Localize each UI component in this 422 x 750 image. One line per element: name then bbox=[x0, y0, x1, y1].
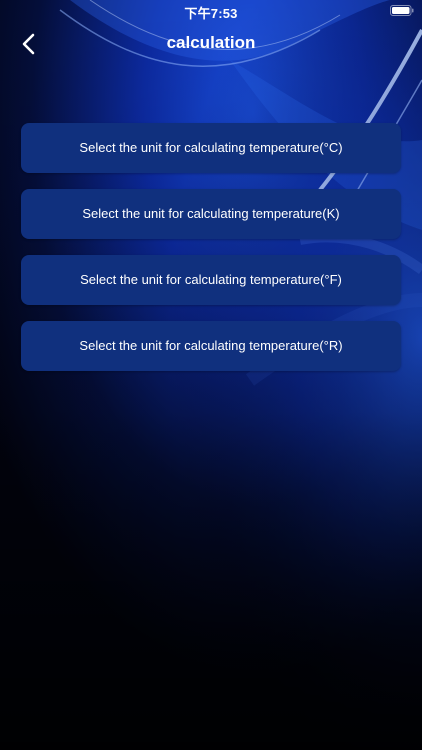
unit-rankine-button[interactable]: Select the unit for calculating temperat… bbox=[21, 321, 401, 371]
unit-celsius-button[interactable]: Select the unit for calculating temperat… bbox=[21, 123, 401, 173]
back-button[interactable] bbox=[14, 29, 44, 59]
unit-option-list: Select the unit for calculating temperat… bbox=[21, 123, 401, 387]
battery-icon bbox=[390, 5, 414, 16]
status-time: 下午7:53 bbox=[184, 6, 238, 21]
chevron-left-icon bbox=[22, 33, 35, 55]
unit-kelvin-button[interactable]: Select the unit for calculating temperat… bbox=[21, 189, 401, 239]
status-bar: 下午7:53 bbox=[0, 0, 422, 22]
navigation-bar: calculation bbox=[0, 22, 422, 66]
page-title: calculation bbox=[166, 33, 256, 52]
unit-fahrenheit-button[interactable]: Select the unit for calculating temperat… bbox=[21, 255, 401, 305]
